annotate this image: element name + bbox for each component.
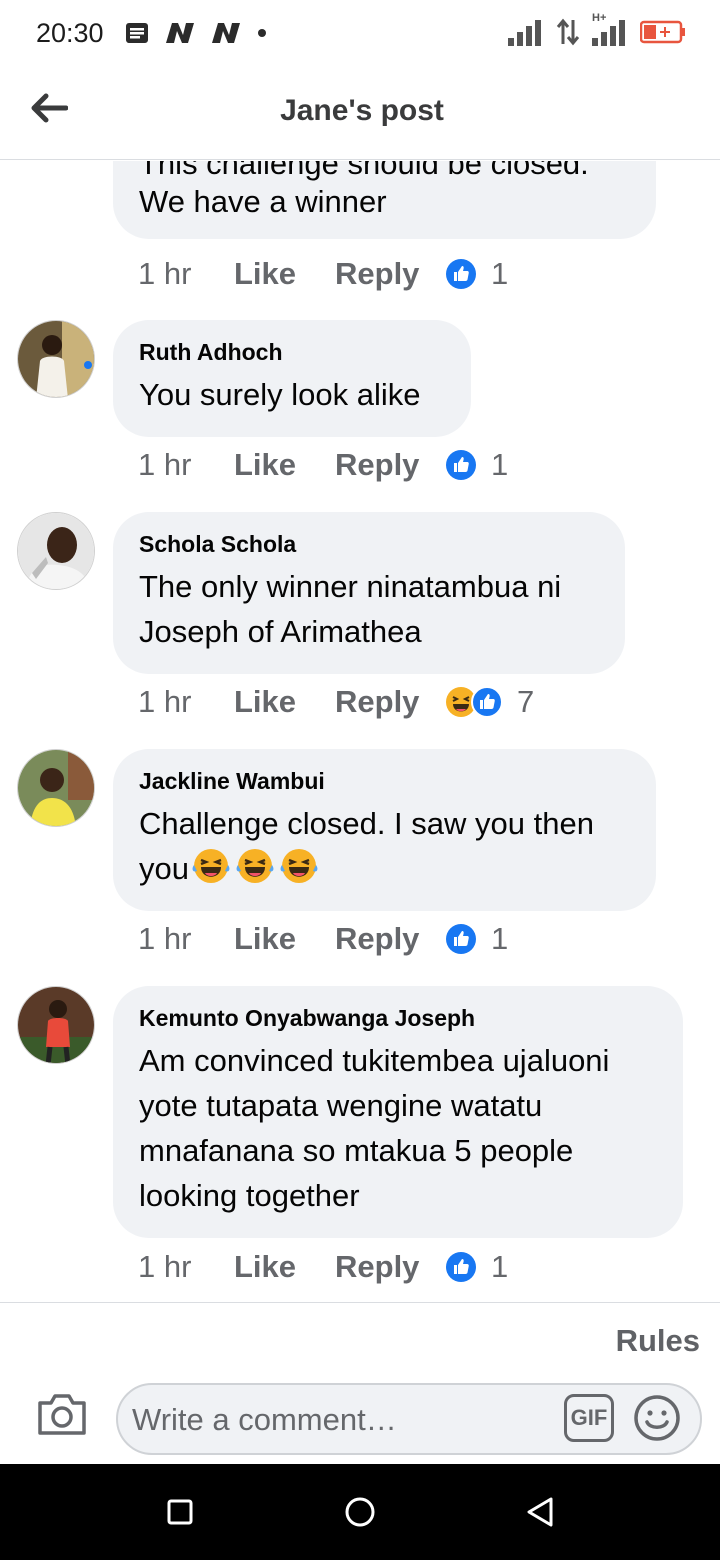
like-button[interactable]: Like [234,256,335,292]
page-title: Jane's post [280,94,444,127]
avatar-image [18,987,94,1063]
comment-time[interactable]: 1 hr [138,921,234,957]
comment-text: You surely look alike [139,377,421,412]
like-reaction-icon [471,686,503,718]
emoji-group: 😂😂😂 [191,847,319,885]
status-time: 20:30 [36,17,104,48]
back-nav-button[interactable] [518,1490,562,1534]
dot-icon [257,29,266,37]
smiley-icon [634,1395,680,1441]
triangle-back-icon [527,1497,553,1527]
comment-bubble[interactable]: Ruth Adhoch You surely look alike [113,320,471,437]
comment-author[interactable]: Jackline Wambui [139,767,630,795]
home-button[interactable] [338,1490,382,1534]
reply-button[interactable]: Reply [335,684,445,720]
laughing-tears-emoji-icon [192,849,230,883]
comment-list[interactable]: This challenge should be closed. We have… [0,161,720,1302]
comment-input[interactable] [132,1397,552,1443]
reaction-count: 7 [517,684,535,719]
avatar-image [18,750,94,826]
rules-link[interactable]: Rules [616,1323,700,1359]
reaction-count: 1 [491,1249,509,1284]
reply-button[interactable]: Reply [335,447,445,483]
app-header: Jane's post [0,66,720,160]
avatar[interactable] [17,512,95,590]
avatar[interactable] [17,749,95,827]
avatar-image [18,513,94,589]
reaction-summary[interactable]: 1 [445,447,508,483]
comment-composer: Rules GIF [0,1302,720,1464]
reply-button[interactable]: Reply [335,256,445,292]
recents-button[interactable] [158,1490,202,1534]
comment-actions: 1 hr Like Reply 1 [138,254,508,294]
camera-icon [38,1394,86,1435]
comment-actions: 1 hr Like Reply 7 [138,682,534,722]
comment-bubble[interactable]: Jackline Wambui Challenge closed. I saw … [113,749,656,911]
laughing-tears-emoji-icon [280,849,318,883]
n-app-icon [211,23,240,43]
comment-bubble[interactable]: Schola Schola The only winner ninatambua… [113,512,625,674]
comment-actions: 1 hr Like Reply 1 [138,1247,508,1287]
comment-bubble[interactable]: Kemunto Onyabwanga Joseph Am convinced t… [113,986,683,1238]
comment-text: Am convinced tukitembea ujaluoni yote tu… [139,1043,610,1213]
avatar[interactable] [17,986,95,1064]
comment-author[interactable]: Schola Schola [139,530,599,558]
signal-icon [592,20,625,46]
comment-time[interactable]: 1 hr [138,447,234,483]
comment-time[interactable]: 1 hr [138,1249,234,1285]
reply-button[interactable]: Reply [335,1249,445,1285]
reaction-count: 1 [491,447,509,482]
comment-author[interactable]: Ruth Adhoch [139,338,445,366]
signal-h-plus: H+ [592,12,628,46]
comment-actions: 1 hr Like Reply 1 [138,445,508,485]
comment-actions: 1 hr Like Reply 1 [138,919,508,959]
status-notification-icons [124,21,268,45]
signal-icon [508,20,541,46]
comment-text: We have a winner [139,184,387,219]
reply-button[interactable]: Reply [335,921,445,957]
avatar[interactable] [17,320,95,398]
system-nav-bar [0,1464,720,1560]
reaction-summary[interactable]: 1 [445,256,508,292]
comment-text: The only winner ninatambua ni Joseph of … [139,569,562,649]
like-reaction-icon [446,1252,476,1282]
laughing-tears-emoji-icon [236,849,274,883]
gif-button[interactable]: GIF [564,1394,614,1442]
like-button[interactable]: Like [234,1249,335,1285]
like-button[interactable]: Like [234,447,335,483]
like-button[interactable]: Like [234,684,335,720]
gif-label: GIF [570,1405,608,1430]
reaction-count: 1 [491,256,509,291]
comment-input-box[interactable]: GIF [116,1383,702,1455]
reaction-count: 1 [491,921,509,956]
comment-text: Challenge closed. I saw you then you😂😂😂 [139,801,630,891]
reaction-summary[interactable]: 7 [445,684,534,720]
reaction-summary[interactable]: 1 [445,921,508,957]
reaction-summary[interactable]: 1 [445,1249,508,1285]
comment-author[interactable]: Kemunto Onyabwanga Joseph [139,1004,657,1032]
like-reaction-icon [446,450,476,480]
square-icon [167,1499,193,1525]
circle-icon [345,1497,375,1527]
status-bar: 20:30 H+ [0,0,720,66]
status-right-icons: H+ [508,12,686,46]
emoji-button[interactable] [632,1393,682,1443]
like-button[interactable]: Like [234,921,335,957]
comment-time[interactable]: 1 hr [138,684,234,720]
avatar-image [18,321,94,397]
notes-icon [125,23,148,43]
n-app-icon [165,23,194,43]
like-reaction-icon [446,924,476,954]
comment-time[interactable]: 1 hr [138,256,234,292]
data-transfer-icon [556,18,580,46]
like-reaction-icon [446,259,476,289]
battery-icon [640,20,685,44]
camera-button[interactable] [36,1391,88,1439]
